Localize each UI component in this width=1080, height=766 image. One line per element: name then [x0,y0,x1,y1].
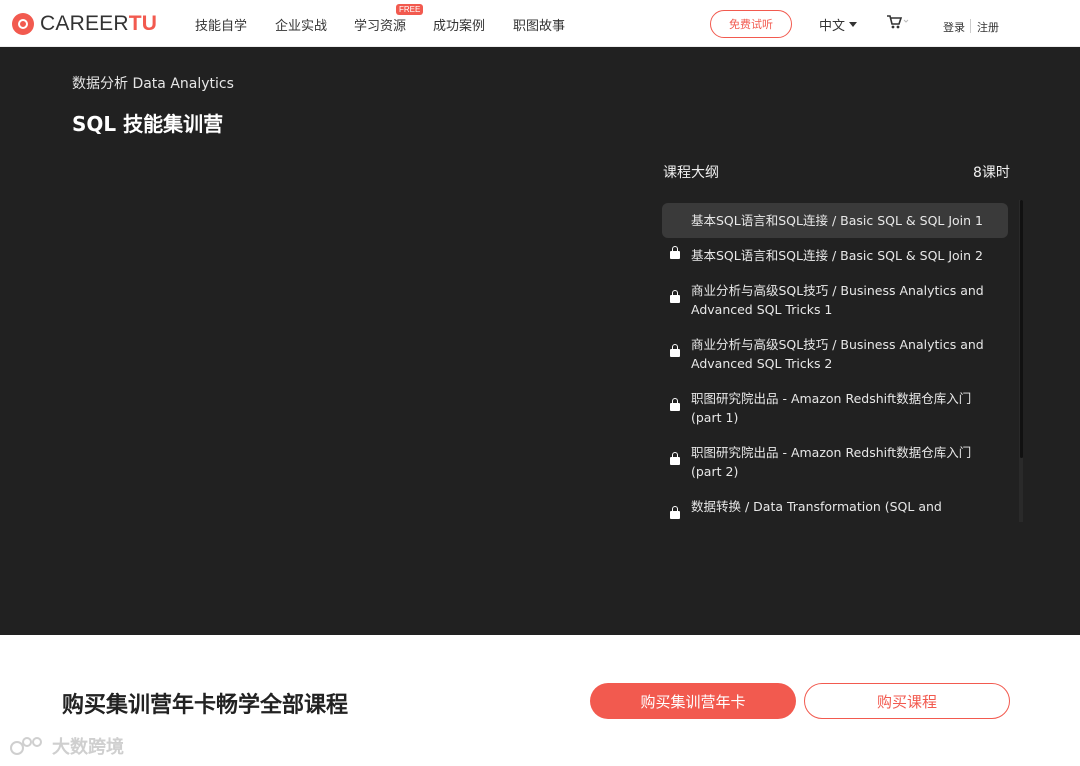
lesson-list[interactable]: 基本SQL语言和SQL连接 / Basic SQL & SQL Join 1 基… [662,203,1018,523]
lesson-title: 数据转换 / Data Transformation (SQL and [691,499,942,514]
nav-item-success-cases[interactable]: 成功案例 [433,15,485,34]
nav-item-enterprise-practice[interactable]: 企业实战 [275,15,327,34]
page-title: SQL 技能集训营 [72,112,224,136]
lesson-title: 商业分析与高级SQL技巧 / Business Analytics and Ad… [691,283,984,317]
lesson-item[interactable]: 职图研究院出品 - Amazon Redshift数据仓库入门 (part 1) [662,389,1008,427]
cart-icon[interactable] [886,14,910,30]
career-tu-logo-icon [12,13,34,35]
scrollbar-thumb[interactable] [1020,200,1023,458]
language-label: 中文 [819,19,846,34]
watermark-logo-icon [10,735,48,757]
free-trial-button[interactable]: 免费试听 [710,10,792,38]
buy-annual-card-button[interactable]: 购买集训营年卡 [590,683,796,719]
lesson-item[interactable]: 基本SQL语言和SQL连接 / Basic SQL & SQL Join 1 [662,203,1008,238]
nav-item-learning-resources[interactable]: 学习资源 FREE [354,4,424,34]
watermark: 大数跨境 [10,733,124,759]
lesson-title: 基本SQL语言和SQL连接 / Basic SQL & SQL Join 1 [691,213,983,228]
login-link[interactable]: 登录 [943,19,965,35]
buy-course-button[interactable]: 购买课程 [804,683,1010,719]
outline-title: 课程大纲 [663,165,719,181]
lesson-item[interactable]: 数据转换 / Data Transformation (SQL and [662,497,1008,520]
play-icon [670,214,682,228]
nav-item-stories[interactable]: 职图故事 [513,15,565,34]
lesson-title: 职图研究院出品 - Amazon Redshift数据仓库入门 (part 1) [691,391,972,425]
course-hero: 数据分析 Data Analytics SQL 技能集训营 课程大纲 8课时 基… [0,47,1080,635]
logo-text: CAREERTU [40,12,158,35]
free-badge: FREE [396,4,424,15]
nav-item-label: 学习资源 [354,19,407,34]
lesson-item[interactable]: 商业分析与高级SQL技巧 / Business Analytics and Ad… [662,335,1008,373]
lock-icon [670,452,682,466]
lock-icon [670,246,682,260]
nav-item-skill-learning[interactable]: 技能自学 [195,15,247,34]
lesson-item[interactable]: 职图研究院出品 - Amazon Redshift数据仓库入门 (part 2) [662,443,1008,481]
watermark-text: 大数跨境 [52,737,124,758]
lesson-item[interactable]: 基本SQL语言和SQL连接 / Basic SQL & SQL Join 2 [662,246,1008,265]
lesson-title: 职图研究院出品 - Amazon Redshift数据仓库入门 (part 2) [691,445,972,479]
purchase-title: 购买集训营年卡畅学全部课程 [62,693,349,718]
lock-icon [670,290,682,304]
register-link[interactable]: 注册 [977,19,999,35]
language-selector[interactable]: 中文 [819,15,858,34]
auth-divider [970,19,971,33]
lesson-item[interactable]: 商业分析与高级SQL技巧 / Business Analytics and Ad… [662,281,1008,319]
lesson-title: 基本SQL语言和SQL连接 / Basic SQL & SQL Join 2 [691,248,983,263]
top-header: CAREERTU 技能自学 企业实战 学习资源 FREE 成功案例 职图故事 免… [0,0,1080,47]
lesson-count: 8课时 [973,165,1010,181]
lesson-title: 商业分析与高级SQL技巧 / Business Analytics and Ad… [691,337,984,371]
lock-icon [670,344,682,358]
breadcrumb[interactable]: 数据分析 Data Analytics [72,73,234,93]
chevron-down-icon [849,22,858,27]
lock-icon [670,506,682,520]
lock-icon [670,398,682,412]
careertu-logo[interactable]: CAREERTU [12,12,157,36]
